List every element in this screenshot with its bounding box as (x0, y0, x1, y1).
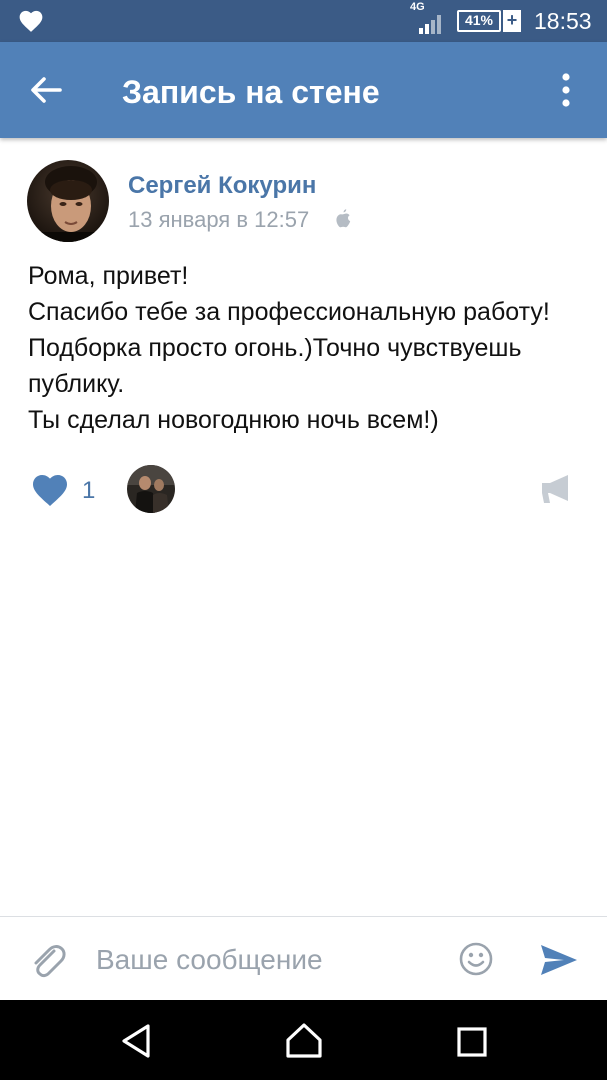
back-arrow-icon[interactable] (22, 66, 70, 114)
status-bar: 4G 41% + 18:53 (0, 0, 607, 42)
more-vert-icon[interactable] (548, 68, 584, 112)
smile-icon[interactable] (458, 941, 494, 977)
liker-avatar[interactable] (127, 465, 175, 513)
battery-percent: 41% (464, 12, 494, 28)
author-avatar[interactable] (27, 160, 109, 242)
clock: 18:53 (534, 8, 592, 34)
charging-plus: + (503, 10, 521, 32)
signal-icon (419, 15, 441, 34)
network-type: 4G (410, 1, 425, 13)
post-text-line: Подборка просто огонь.)Точно чувствуешь (28, 334, 522, 362)
likes-count[interactable]: 1 (82, 477, 95, 505)
heart-icon[interactable] (30, 472, 70, 508)
paperclip-icon[interactable] (28, 941, 68, 983)
post-text-line: Ты сделал новогоднюю ночь всем!) (28, 406, 439, 434)
app-bar: Запись на стене (0, 42, 607, 138)
message-input[interactable] (86, 937, 436, 983)
recents-icon[interactable] (456, 1026, 488, 1058)
battery-icon: 41% + (457, 10, 521, 32)
post-date: 13 января в 12:57 (128, 207, 310, 232)
system-nav-bar (0, 1000, 607, 1080)
megaphone-icon[interactable] (540, 473, 574, 505)
post-text: Рома, привет! Спасибо тебе за профессион… (28, 258, 588, 438)
author-name[interactable]: Сергей Кокурин (128, 172, 316, 200)
send-icon[interactable] (538, 941, 580, 979)
heart-icon (19, 10, 43, 32)
back-triangle-icon[interactable] (118, 1022, 154, 1060)
page-title: Запись на стене (122, 74, 380, 110)
post-text-line: Спасибо тебе за профессиональную работу! (28, 298, 550, 326)
home-icon[interactable] (284, 1020, 324, 1060)
post-text-line: Рома, привет! (28, 262, 189, 290)
post-text-line: публику. (28, 370, 125, 398)
message-composer (0, 916, 607, 1000)
apple-icon (336, 209, 351, 228)
